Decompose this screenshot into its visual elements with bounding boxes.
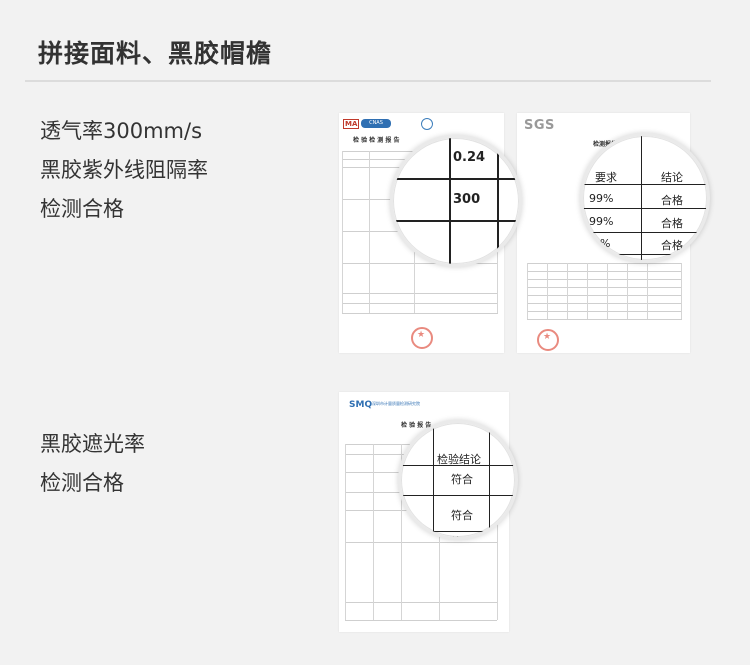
zoom-table-line <box>583 232 707 233</box>
feature-line: 黑胶紫外线阻隔率 <box>40 158 208 182</box>
zoom-table-line <box>401 531 515 532</box>
magnifier-zoom-1: 0.24 300 <box>390 135 522 267</box>
zoom-cell: 合格 <box>661 217 683 230</box>
zoom-cell: 合格 <box>661 194 683 207</box>
zoom-table-line <box>583 208 707 209</box>
official-stamp <box>537 329 559 351</box>
zoom-table-line <box>393 220 519 222</box>
zoom-header: 结论 <box>661 171 683 184</box>
page-title: 拼接面料、黑胶帽檐 <box>38 39 273 68</box>
feature-line: 检测合格 <box>40 471 124 495</box>
magnifier-zoom-3: 检验结论 符合 符合 符合 <box>398 420 518 540</box>
zoom-cell: 符合 <box>451 473 473 486</box>
zoom-table-line <box>449 138 451 264</box>
title-divider <box>25 80 711 82</box>
zoom-value: 300 <box>453 192 481 207</box>
zoom-table-line <box>583 254 707 255</box>
zoom-table-line <box>497 138 499 264</box>
zoom-header: 要求 <box>595 171 617 184</box>
feature-text-1: 透气率300mm/s 黑胶紫外线阻隔率 检测合格 <box>40 112 208 229</box>
zoom-cell: 9% <box>593 237 611 250</box>
magnifier-zoom-2: 要求 结论 99% 合格 99% 合格 9% 合格 <box>580 133 710 263</box>
zoom-table-line <box>393 178 519 180</box>
zoom-table-line <box>433 423 434 537</box>
zoom-value: 0.24 <box>453 150 486 165</box>
feature-text-2: 黑胶遮光率 检测合格 <box>40 425 145 503</box>
zoom-table-line <box>489 423 490 537</box>
feature-line: 黑胶遮光率 <box>40 432 145 456</box>
zoom-table-line <box>401 495 515 496</box>
zoom-cell: 合格 <box>661 239 683 252</box>
feature-line: 检测合格 <box>40 197 124 221</box>
official-stamp <box>411 327 433 349</box>
zoom-table-line <box>641 136 642 260</box>
zoom-cell: 99% <box>589 192 614 205</box>
zoom-header: 检验结论 <box>437 453 481 466</box>
zoom-cell: 符合 <box>451 509 473 522</box>
zoom-cell: 99% <box>589 215 614 228</box>
feature-line: 透气率300mm/s <box>40 119 203 143</box>
